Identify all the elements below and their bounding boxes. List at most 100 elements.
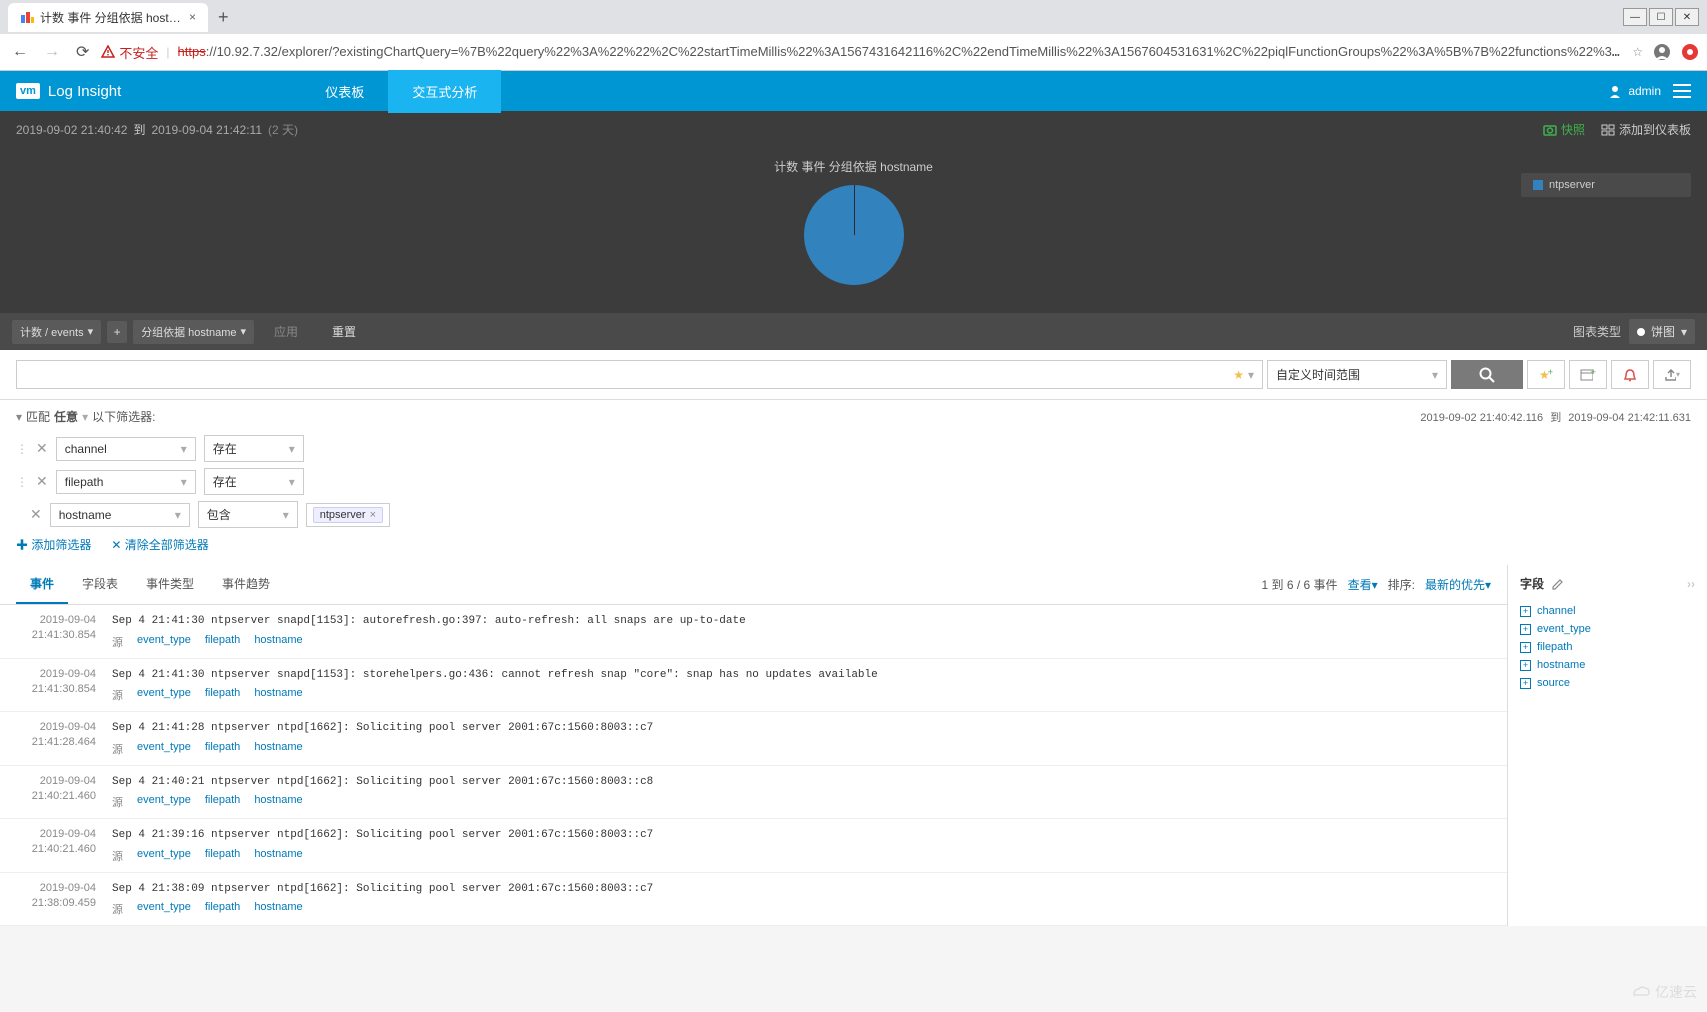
tab-fieldtable[interactable]: 字段表 — [68, 565, 132, 604]
filter-operator-select[interactable]: 存在▾ — [204, 468, 304, 495]
window-maximize[interactable]: ☐ — [1649, 8, 1673, 26]
event-timestamp: 2019-09-0421:40:21.460 — [16, 827, 96, 864]
field-link-event-type[interactable]: event_type — [137, 634, 191, 650]
remove-filter-icon[interactable]: ✕ — [36, 473, 48, 490]
field-item[interactable]: +filepath — [1520, 638, 1695, 656]
field-item[interactable]: +hostname — [1520, 656, 1695, 674]
sidebar-title: 字段 — [1520, 575, 1544, 592]
event-row[interactable]: 2019-09-0421:40:21.460 Sep 4 21:40:21 nt… — [0, 766, 1507, 820]
extension-icon[interactable] — [1681, 43, 1699, 61]
filter-operator-select[interactable]: 包含▾ — [198, 501, 298, 528]
filter-value-input[interactable]: ntpserver× — [306, 503, 390, 527]
field-link-hostname[interactable]: hostname — [254, 741, 302, 757]
search-input[interactable]: ★ ▾ — [16, 360, 1263, 389]
apply-button[interactable]: 应用 — [260, 319, 312, 344]
alert-button[interactable] — [1611, 360, 1649, 389]
event-row[interactable]: 2019-09-0421:41:28.464 Sep 4 21:41:28 nt… — [0, 712, 1507, 766]
field-item[interactable]: +channel — [1520, 602, 1695, 620]
field-link-event-type[interactable]: event_type — [137, 901, 191, 917]
event-row[interactable]: 2019-09-0421:41:30.854 Sep 4 21:41:30 nt… — [0, 659, 1507, 713]
add-to-dashboard-button[interactable]: 添加到仪表板 — [1601, 121, 1691, 138]
share-button[interactable]: ▾ — [1653, 360, 1691, 389]
collapse-sidebar-icon[interactable]: ›› — [1687, 577, 1695, 591]
field-link-hostname[interactable]: hostname — [254, 687, 302, 703]
remove-filter-icon[interactable]: ✕ — [36, 440, 48, 457]
edit-icon[interactable] — [1552, 578, 1564, 590]
event-message: Sep 4 21:41:30 ntpserver snapd[1153]: au… — [112, 613, 1491, 630]
filter-field-select[interactable]: channel▾ — [56, 437, 196, 461]
url-input[interactable]: https://10.92.7.32/explorer/?existingCha… — [178, 44, 1625, 60]
drag-handle-icon[interactable]: ⋮ — [16, 442, 28, 456]
nav-back-icon[interactable]: ← — [8, 39, 32, 65]
tab-eventtypes[interactable]: 事件类型 — [132, 565, 208, 604]
add-aggregation-button[interactable]: + — [107, 321, 127, 343]
field-link-filepath[interactable]: filepath — [205, 741, 240, 757]
reset-button[interactable]: 重置 — [318, 319, 370, 344]
field-item[interactable]: +event_type — [1520, 620, 1695, 638]
user-icon — [1608, 84, 1622, 98]
chart-type-selector[interactable]: 饼图 ▾ — [1629, 319, 1695, 344]
field-link-filepath[interactable]: filepath — [205, 634, 240, 650]
menu-icon[interactable] — [1673, 84, 1691, 98]
filter-field-select[interactable]: filepath▾ — [56, 470, 196, 494]
user-menu[interactable]: admin — [1608, 84, 1661, 98]
field-link-filepath[interactable]: filepath — [205, 901, 240, 917]
event-row[interactable]: 2019-09-0421:40:21.460 Sep 4 21:39:16 nt… — [0, 819, 1507, 873]
field-link-hostname[interactable]: hostname — [254, 634, 302, 650]
search-icon — [1479, 367, 1495, 383]
tab-close-icon[interactable]: × — [189, 10, 196, 24]
field-link-event-type[interactable]: event_type — [137, 687, 191, 703]
clear-filters-link[interactable]: ✕ 清除全部筛选器 — [111, 536, 208, 553]
groupby-selector[interactable]: 分组依据 hostname▾ — [133, 320, 254, 344]
drag-handle-icon[interactable]: ⋮ — [16, 475, 28, 489]
bookmark-star-icon[interactable]: ☆ — [1632, 45, 1643, 59]
time-range-selector[interactable]: 自定义时间范围▾ — [1267, 360, 1447, 389]
field-link-filepath[interactable]: filepath — [205, 794, 240, 810]
browser-tab[interactable]: 计数 事件 分组依据 hostname × — [8, 3, 208, 32]
nav-dashboard[interactable]: 仪表板 — [301, 70, 388, 113]
search-button[interactable] — [1451, 360, 1523, 389]
field-link-event-type[interactable]: event_type — [137, 794, 191, 810]
save-query-button[interactable]: ★+ — [1527, 360, 1565, 389]
new-tab-button[interactable]: + — [208, 7, 239, 28]
filter-tag[interactable]: ntpserver× — [313, 507, 383, 523]
favorite-icon[interactable]: ★ — [1233, 368, 1244, 382]
view-menu[interactable]: 查看▾ — [1348, 576, 1378, 593]
product-logo[interactable]: vm Log Insight — [16, 83, 121, 100]
field-link-filepath[interactable]: filepath — [205, 848, 240, 864]
pie-chart[interactable] — [804, 185, 904, 285]
nav-forward-icon[interactable]: → — [40, 39, 64, 65]
chevron-down-icon[interactable]: ▾ — [16, 410, 22, 424]
field-link-event-type[interactable]: event_type — [137, 848, 191, 864]
field-link-hostname[interactable]: hostname — [254, 848, 302, 864]
field-link-filepath[interactable]: filepath — [205, 687, 240, 703]
security-warning[interactable]: 不安全 — [101, 43, 158, 62]
add-filter-link[interactable]: ✚ 添加筛选器 — [16, 536, 91, 553]
event-row[interactable]: 2019-09-0421:38:09.459 Sep 4 21:38:09 nt… — [0, 873, 1507, 927]
share-icon — [1664, 369, 1676, 381]
tab-eventtrends[interactable]: 事件趋势 — [208, 565, 284, 604]
snapshot-button[interactable]: 快照 — [1543, 121, 1585, 138]
sort-menu[interactable]: 最新的优先▾ — [1425, 576, 1491, 593]
nav-interactive-analytics[interactable]: 交互式分析 — [388, 70, 501, 113]
event-row[interactable]: 2019-09-0421:41:30.854 Sep 4 21:41:30 nt… — [0, 605, 1507, 659]
dashboard-add-button[interactable]: + — [1569, 360, 1607, 389]
window-close[interactable]: ✕ — [1675, 8, 1699, 26]
event-timestamp: 2019-09-0421:41:30.854 — [16, 667, 96, 704]
event-field-links: 源 event_type filepath hostname — [112, 687, 1491, 703]
nav-reload-icon[interactable]: ⟳ — [72, 38, 93, 66]
chart-legend[interactable]: ntpserver — [1521, 173, 1691, 197]
remove-filter-icon[interactable]: ✕ — [30, 506, 42, 523]
filter-field-select[interactable]: hostname▾ — [50, 503, 190, 527]
content-area: 事件 字段表 事件类型 事件趋势 1 到 6 / 6 事件 查看▾ 排序: 最新… — [0, 565, 1707, 926]
field-link-event-type[interactable]: event_type — [137, 741, 191, 757]
filter-operator-select[interactable]: 存在▾ — [204, 435, 304, 462]
field-link-hostname[interactable]: hostname — [254, 794, 302, 810]
field-link-hostname[interactable]: hostname — [254, 901, 302, 917]
aggregation-selector[interactable]: 计数 / events▾ — [12, 320, 101, 344]
tab-events[interactable]: 事件 — [16, 565, 68, 604]
window-minimize[interactable]: — — [1623, 8, 1647, 26]
field-item[interactable]: +source — [1520, 674, 1695, 692]
time-duration: (2 天) — [268, 121, 298, 138]
profile-icon[interactable] — [1653, 43, 1671, 61]
